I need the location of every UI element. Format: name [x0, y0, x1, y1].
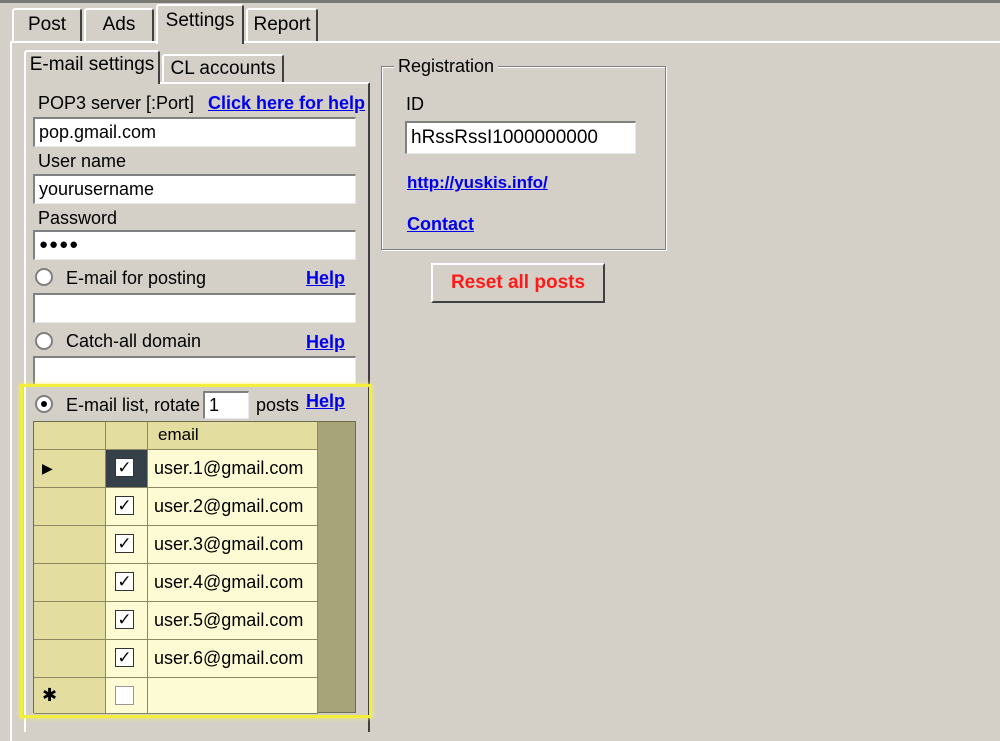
registration-title: Registration	[394, 56, 499, 77]
row-indicator[interactable]	[34, 640, 106, 678]
row-indicator[interactable]	[34, 602, 106, 640]
id-label: ID	[406, 94, 424, 114]
row-checkbox-cell[interactable]: ✓	[106, 640, 148, 678]
row-email[interactable]: user.5@gmail.com	[148, 602, 318, 640]
catchall-input[interactable]	[33, 356, 356, 386]
email-posting-label: E-mail for posting	[66, 268, 207, 288]
tab-email-settings[interactable]: E-mail settings	[24, 50, 160, 84]
email-list-help-link[interactable]: Help	[306, 391, 345, 412]
catchall-radio[interactable]	[35, 332, 53, 350]
grid-email-header[interactable]: email	[148, 422, 318, 450]
row-checkbox-cell[interactable]: ✓	[106, 526, 148, 564]
row-email[interactable]: user.3@gmail.com	[148, 526, 318, 564]
pop3-help-link[interactable]: Click here for help	[208, 93, 365, 114]
email-grid: email ▶ ✓ user.1@gmail.com ✓ user.2@gmai…	[33, 421, 356, 714]
email-list-label: E-mail list, rotate	[66, 395, 201, 415]
email-posting-help-link[interactable]: Help	[306, 268, 345, 289]
website-link[interactable]: http://yuskis.info/	[407, 173, 548, 193]
catchall-help-link[interactable]: Help	[306, 332, 345, 353]
row-checkbox-cell[interactable]: ✓	[106, 602, 148, 640]
new-row-checkbox[interactable]	[115, 686, 134, 705]
new-row-indicator[interactable]: ✱	[34, 678, 106, 714]
tab-cl-accounts[interactable]: CL accounts	[162, 54, 284, 84]
email-posting-radio[interactable]	[35, 268, 53, 286]
tab-settings[interactable]: Settings	[156, 4, 244, 44]
new-row-checkbox-cell[interactable]	[106, 678, 148, 714]
email-list-radio[interactable]	[35, 395, 53, 413]
row-email[interactable]: user.1@gmail.com	[148, 450, 318, 488]
tab-report[interactable]: Report	[246, 8, 318, 42]
username-label: User name	[38, 151, 127, 171]
password-input[interactable]: ●●●●	[33, 230, 356, 260]
username-input[interactable]	[33, 174, 356, 204]
pop3-label: POP3 server [:Port]	[38, 93, 195, 113]
row-email[interactable]: user.4@gmail.com	[148, 564, 318, 602]
row-checkbox[interactable]: ✓	[115, 496, 134, 515]
row-checkbox[interactable]: ✓	[115, 648, 134, 667]
grid-corner	[34, 422, 106, 450]
catchall-label: Catch-all domain	[66, 331, 202, 351]
email-posting-input[interactable]	[33, 293, 356, 323]
row-checkbox[interactable]: ✓	[115, 534, 134, 553]
row-checkbox-cell[interactable]: ✓	[106, 488, 148, 526]
row-checkbox-cell[interactable]: ✓	[106, 450, 148, 488]
tab-ads[interactable]: Ads	[84, 8, 154, 42]
row-indicator-current[interactable]: ▶	[34, 450, 106, 488]
row-indicator[interactable]	[34, 488, 106, 526]
row-checkbox-cell[interactable]: ✓	[106, 564, 148, 602]
row-checkbox[interactable]: ✓	[115, 610, 134, 629]
tab-post[interactable]: Post	[12, 8, 82, 42]
grid-check-header	[106, 422, 148, 450]
row-email[interactable]: user.2@gmail.com	[148, 488, 318, 526]
reset-all-posts-button[interactable]: Reset all posts	[431, 263, 605, 303]
row-checkbox[interactable]: ✓	[115, 458, 134, 477]
row-indicator[interactable]	[34, 564, 106, 602]
window-top-edge	[0, 0, 1000, 3]
new-row-email[interactable]	[148, 678, 318, 714]
row-email[interactable]: user.6@gmail.com	[148, 640, 318, 678]
row-checkbox[interactable]: ✓	[115, 572, 134, 591]
posts-label: posts	[256, 395, 300, 415]
registration-id-input[interactable]	[405, 121, 636, 154]
pop3-server-input[interactable]	[33, 117, 356, 147]
rotate-count-input[interactable]	[203, 391, 249, 419]
contact-link[interactable]: Contact	[407, 214, 474, 235]
row-indicator[interactable]	[34, 526, 106, 564]
password-label: Password	[38, 208, 118, 228]
